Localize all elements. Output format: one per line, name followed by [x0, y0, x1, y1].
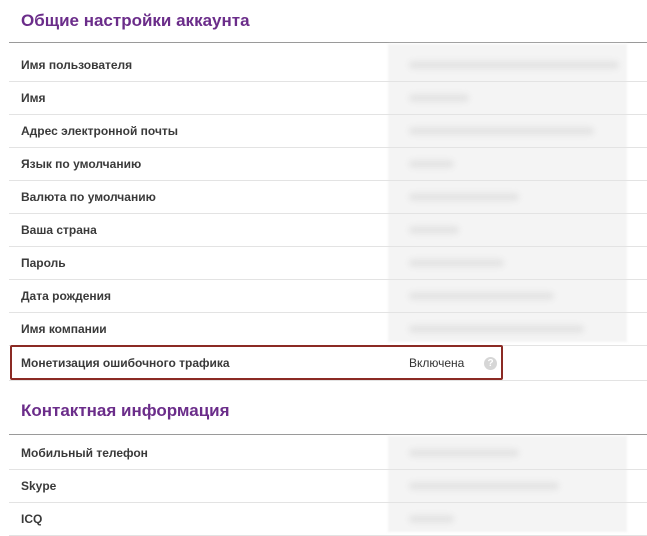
birth-date-value-masked — [409, 292, 554, 300]
email-label: Адрес электронной почты — [21, 124, 179, 138]
country-label: Ваша страна — [21, 223, 97, 237]
account-settings-list: Имя пользователя Имя Адрес электронной п… — [9, 49, 647, 381]
row-icq: ICQ — [9, 503, 647, 536]
contact-info-list: Мобильный телефон Skype ICQ — [9, 437, 647, 536]
language-label: Язык по умолчанию — [21, 157, 142, 171]
mobile-phone-label: Мобильный телефон — [21, 446, 148, 460]
name-label: Имя — [21, 91, 46, 105]
currency-value-masked — [409, 193, 519, 201]
icq-value-masked — [409, 515, 454, 523]
name-value-masked — [409, 94, 469, 102]
row-username: Имя пользователя — [9, 49, 647, 82]
row-email: Адрес электронной почты — [9, 115, 647, 148]
icq-label: ICQ — [21, 512, 43, 526]
company-label: Имя компании — [21, 322, 107, 336]
currency-label: Валюта по умолчанию — [21, 190, 156, 204]
account-settings-divider — [9, 42, 647, 43]
password-label: Пароль — [21, 256, 66, 270]
row-country: Ваша страна — [9, 214, 647, 247]
contact-info-title: Контактная информация — [21, 401, 230, 420]
mobile-phone-value-masked — [409, 449, 519, 457]
row-password: Пароль — [9, 247, 647, 280]
account-settings-title: Общие настройки аккаунта — [21, 11, 250, 30]
row-language: Язык по умолчанию — [9, 148, 647, 181]
highlight-frame — [10, 345, 503, 380]
skype-label: Skype — [21, 479, 57, 493]
birth-date-label: Дата рождения — [21, 289, 112, 303]
email-value-masked — [409, 127, 594, 135]
company-value-masked — [409, 325, 584, 333]
skype-value-masked — [409, 482, 559, 490]
username-value-masked — [409, 61, 619, 69]
username-label: Имя пользователя — [21, 58, 133, 72]
row-skype: Skype — [9, 470, 647, 503]
contact-info-divider — [9, 434, 647, 435]
row-name: Имя — [9, 82, 647, 115]
row-mobile-phone: Мобильный телефон — [9, 437, 647, 470]
password-value-masked — [409, 259, 504, 267]
row-company: Имя компании — [9, 313, 647, 346]
country-value-masked — [409, 226, 459, 234]
row-birth-date: Дата рождения — [9, 280, 647, 313]
row-currency: Валюта по умолчанию — [9, 181, 647, 214]
language-value-masked — [409, 160, 454, 168]
